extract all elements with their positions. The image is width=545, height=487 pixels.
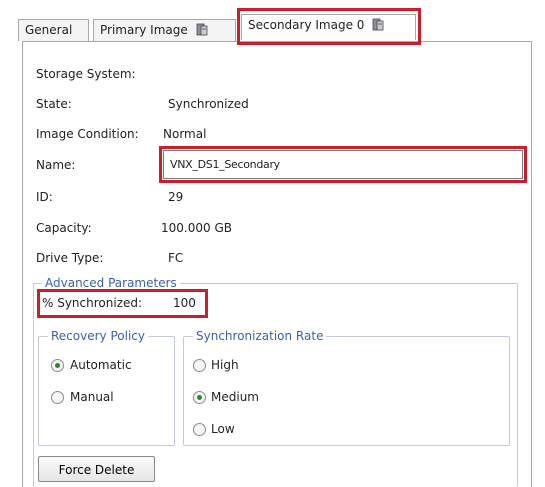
sync-rate-high-radio[interactable] [193,359,206,372]
name-label: Name: [36,158,76,172]
tab-secondary-image-0[interactable]: Secondary Image 0 [241,14,416,40]
percent-synchronized-label: % Synchronized: [42,296,143,310]
sync-rate-low-label[interactable]: Low [211,422,235,436]
percent-synchronized-value: 100 [173,296,196,310]
storage-lun-icon [196,23,208,36]
tab-primary-image[interactable]: Primary Image [93,19,236,41]
recovery-manual-radio[interactable] [51,391,64,404]
capacity-value: 100.000 GB [161,221,232,235]
sync-rate-low-radio[interactable] [193,423,206,436]
tab-secondary-image-label: Secondary Image 0 [248,18,365,32]
state-label: State: [36,97,72,111]
image-condition-label: Image Condition: [36,127,139,141]
image-condition-value: Normal [163,127,207,141]
recovery-policy-legend: Recovery Policy [48,329,148,343]
id-label: ID: [36,190,53,204]
sync-rate-medium-radio[interactable] [193,391,206,404]
force-delete-button[interactable]: Force Delete [38,456,155,482]
recovery-manual-label[interactable]: Manual [70,390,114,404]
tab-primary-image-label: Primary Image [100,23,188,37]
recovery-automatic-radio[interactable] [51,359,64,372]
capacity-label: Capacity: [36,221,92,235]
drive-type-label: Drive Type: [36,251,104,265]
tab-general-label: General [25,23,73,37]
state-value: Synchronized [168,97,249,111]
storage-lun-icon [372,18,384,31]
recovery-automatic-label[interactable]: Automatic [70,358,132,372]
tab-general[interactable]: General [18,19,89,41]
sync-rate-high-label[interactable]: High [211,358,239,372]
name-field[interactable]: VNX_DS1_Secondary [163,150,523,179]
drive-type-value: FC [168,251,184,265]
sync-rate-medium-label[interactable]: Medium [211,390,259,404]
storage-system-label: Storage System: [36,67,136,81]
synchronization-rate-legend: Synchronization Rate [193,329,327,343]
advanced-parameters-legend: Advanced Parameters [42,276,180,290]
id-value: 29 [168,190,184,204]
